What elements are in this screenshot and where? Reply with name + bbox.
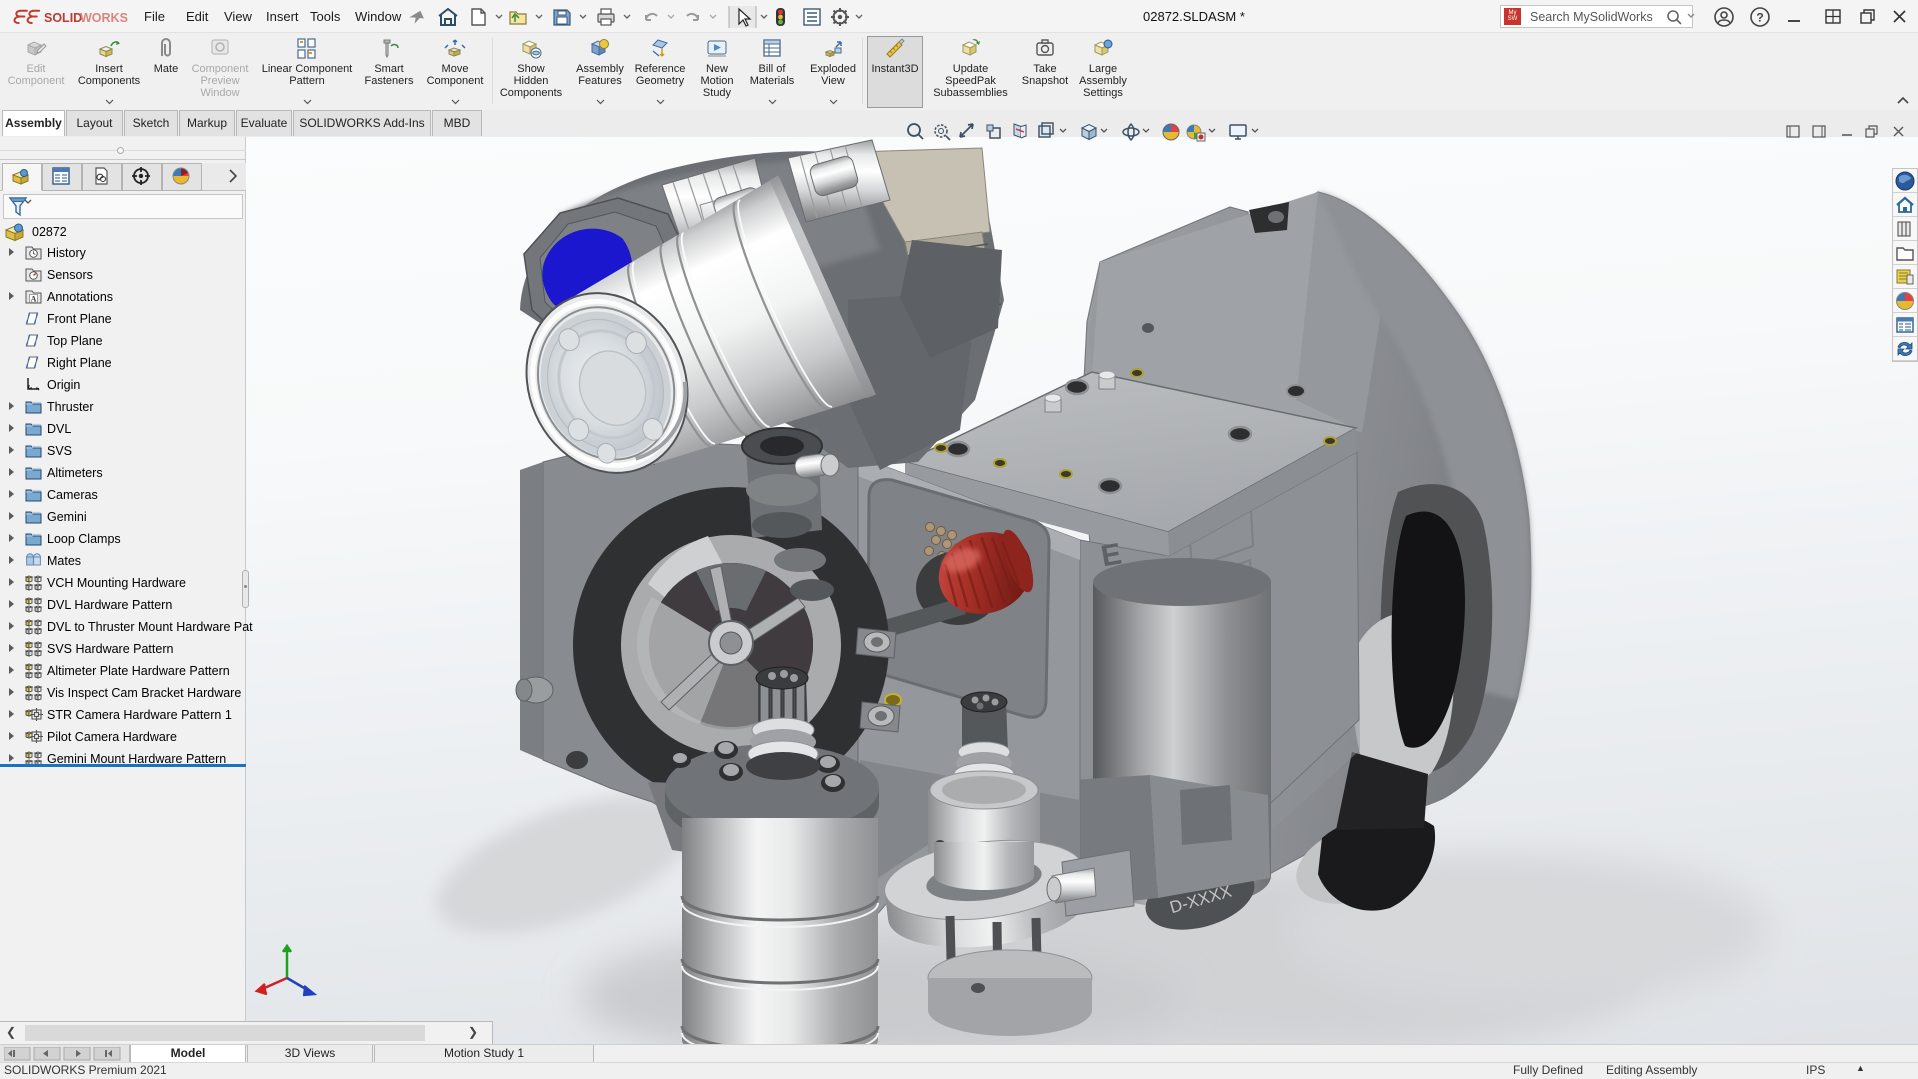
svg-text:A: A bbox=[31, 294, 37, 303]
svg-text:SOLID: SOLID bbox=[44, 11, 82, 25]
svg-text:?: ? bbox=[1756, 11, 1763, 25]
svg-text:WORKS: WORKS bbox=[80, 11, 128, 25]
